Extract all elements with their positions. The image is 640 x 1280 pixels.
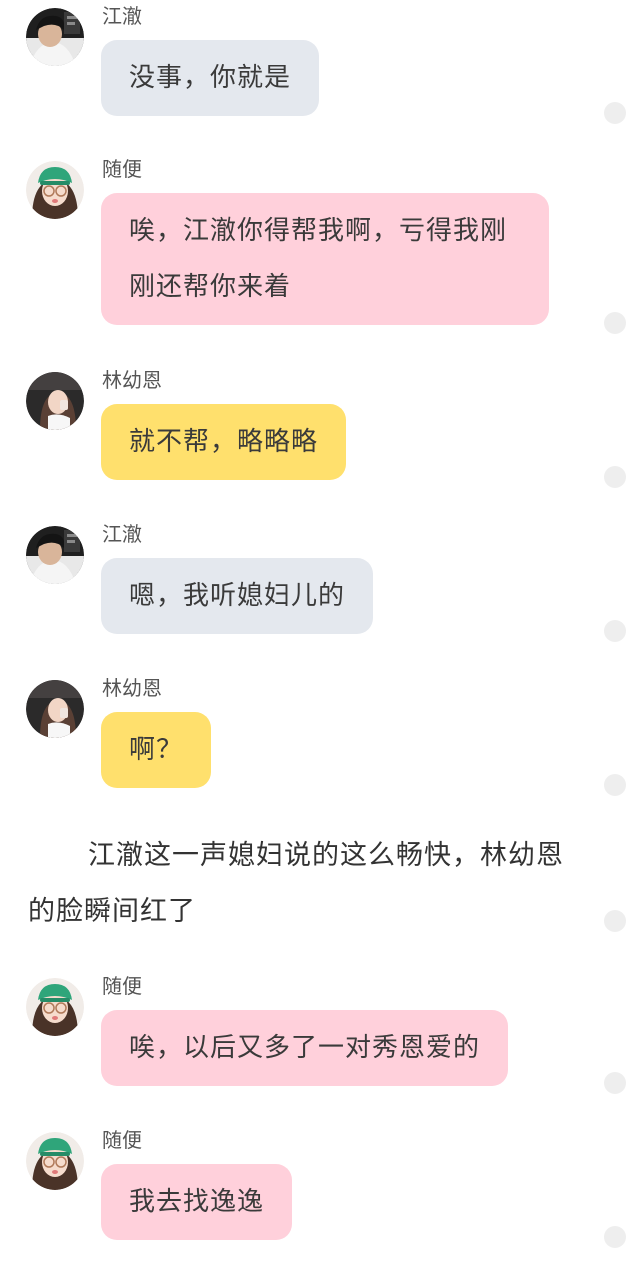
avatar-suibian-icon[interactable]	[26, 978, 84, 1036]
message-bubble[interactable]: 唉，以后又多了一对秀恩爱的	[101, 1010, 509, 1086]
chat-page: 江澈 没事，你就是 随便 唉，江澈你得帮我啊，亏得我刚刚还帮你来着 林幼恩 就不…	[0, 0, 640, 1280]
sender-name: 林幼恩	[102, 368, 162, 392]
sender-name: 随便	[102, 974, 142, 998]
sender-name: 林幼恩	[102, 676, 162, 700]
message-bubble[interactable]: 没事，你就是	[101, 40, 320, 116]
sender-name: 江澈	[102, 522, 142, 546]
message-bubble[interactable]: 我去找逸逸	[101, 1164, 293, 1240]
read-indicator-icon	[604, 774, 626, 796]
sender-name: 随便	[102, 157, 142, 181]
avatar-jiangche-icon[interactable]	[26, 526, 84, 584]
read-indicator-icon	[604, 466, 626, 488]
read-indicator-icon	[604, 1072, 626, 1094]
read-indicator-icon	[604, 312, 626, 334]
avatar-suibian-icon[interactable]	[26, 1132, 84, 1190]
sender-name: 随便	[102, 1128, 142, 1152]
read-indicator-icon	[604, 102, 626, 124]
avatar-linyouen-icon[interactable]	[26, 680, 84, 738]
avatar-jiangche-icon[interactable]	[26, 8, 84, 66]
message-bubble[interactable]: 啊？	[101, 712, 212, 788]
sender-name: 江澈	[102, 4, 142, 28]
avatar-linyouen-icon[interactable]	[26, 372, 84, 430]
message-bubble[interactable]: 唉，江澈你得帮我啊，亏得我刚刚还帮你来着	[101, 193, 549, 325]
avatar-suibian-icon[interactable]	[26, 161, 84, 219]
read-indicator-icon	[604, 620, 626, 642]
read-indicator-icon	[604, 1226, 626, 1248]
message-bubble[interactable]: 就不帮，略略略	[101, 404, 347, 480]
read-indicator-icon	[604, 910, 626, 932]
message-bubble[interactable]: 嗯，我听媳妇儿的	[101, 558, 374, 634]
narration-text: 江澈这一声媳妇说的这么畅快，林幼恩的脸瞬间红了	[28, 840, 564, 927]
